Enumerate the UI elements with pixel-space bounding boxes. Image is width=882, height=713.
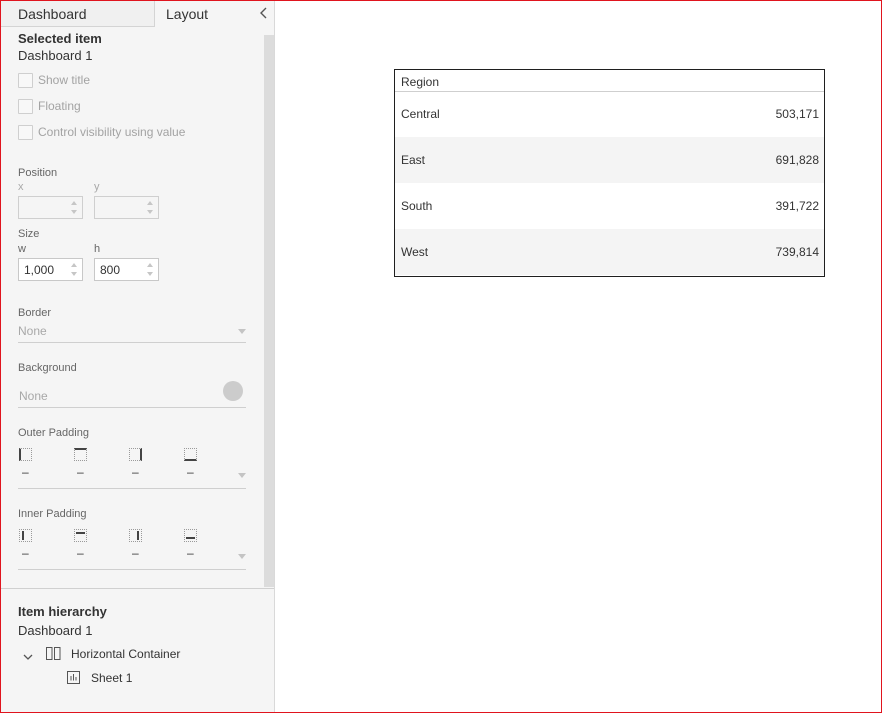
inner-padding-top-icon[interactable] xyxy=(74,529,87,542)
position-x-down-icon[interactable] xyxy=(71,210,77,214)
position-y-input[interactable] xyxy=(94,196,159,219)
position-y-down-icon[interactable] xyxy=(147,210,153,214)
inner-padding-bottom-value[interactable]: – xyxy=(187,546,194,560)
inner-padding-label: Inner Padding xyxy=(18,508,87,520)
value-cell: 691,828 xyxy=(775,153,819,167)
size-w-value: 1,000 xyxy=(24,263,55,277)
region-cell: Central xyxy=(401,107,440,121)
panel-tabs: Dashboard Layout xyxy=(1,1,274,27)
inner-padding-left-icon[interactable] xyxy=(19,529,32,542)
position-x-up-icon[interactable] xyxy=(71,201,77,205)
selected-item-title: Selected item xyxy=(18,31,102,46)
floating-label: Floating xyxy=(38,99,81,113)
table-row[interactable]: East 691,828 xyxy=(395,137,824,183)
position-label: Position xyxy=(18,167,58,179)
size-w-up-icon[interactable] xyxy=(71,263,77,267)
hierarchy-root-item[interactable]: Dashboard 1 xyxy=(18,623,92,638)
position-x-label: x xyxy=(18,181,24,193)
tab-dashboard-label: Dashboard xyxy=(18,6,87,22)
region-cell: East xyxy=(401,153,426,167)
size-h-down-icon[interactable] xyxy=(147,272,153,276)
size-w-label: w xyxy=(18,243,26,255)
background-underline xyxy=(18,407,246,408)
region-cell: South xyxy=(401,199,433,213)
inner-padding-top-value[interactable]: – xyxy=(77,546,84,560)
border-select[interactable]: None xyxy=(18,324,47,338)
inner-padding-left-value[interactable]: – xyxy=(22,546,29,560)
tab-dashboard[interactable]: Dashboard xyxy=(1,1,155,27)
control-visibility-checkbox-box[interactable] xyxy=(18,125,33,140)
background-color-swatch[interactable] xyxy=(223,381,243,401)
outer-padding-left-icon[interactable] xyxy=(19,448,32,461)
outer-padding-right-icon[interactable] xyxy=(129,448,142,461)
hierarchy-sheet-item[interactable]: Sheet 1 xyxy=(91,671,132,685)
outer-padding-underline xyxy=(18,488,246,489)
background-select[interactable]: None xyxy=(19,389,48,403)
table-row[interactable]: Central 503,171 xyxy=(395,91,824,137)
outer-padding-top-value[interactable]: – xyxy=(77,465,84,479)
show-title-label: Show title xyxy=(38,73,91,87)
size-h-label: h xyxy=(94,243,101,255)
size-h-input[interactable]: 800 xyxy=(94,258,159,281)
hierarchy-horizontal-container[interactable]: Horizontal Container xyxy=(71,647,180,661)
position-y-label: y xyxy=(94,181,100,193)
border-dropdown-icon[interactable] xyxy=(238,329,246,334)
inner-padding-dropdown-icon[interactable] xyxy=(238,554,246,559)
outer-padding-left-value[interactable]: – xyxy=(22,465,29,479)
sheet-table[interactable]: Region Central 503,171 East 691,828 Sout… xyxy=(394,69,825,277)
size-h-value: 800 xyxy=(100,263,121,277)
inner-padding-underline xyxy=(18,569,246,570)
outer-padding-dropdown-icon[interactable] xyxy=(238,473,246,478)
panel-scrollbar[interactable] xyxy=(264,35,274,587)
show-title-checkbox-box[interactable] xyxy=(18,73,33,88)
table-row[interactable]: West 739,814 xyxy=(395,229,824,275)
value-cell: 739,814 xyxy=(775,245,819,259)
size-w-down-icon[interactable] xyxy=(71,272,77,276)
outer-padding-label: Outer Padding xyxy=(18,427,89,439)
chevron-down-icon[interactable] xyxy=(22,649,34,660)
tab-layout-label: Layout xyxy=(166,6,209,22)
table-header: Region xyxy=(395,70,824,92)
outer-padding-bottom-value[interactable]: – xyxy=(187,465,194,479)
background-label: Background xyxy=(18,362,77,374)
outer-padding-top-icon[interactable] xyxy=(74,448,87,461)
item-hierarchy-title: Item hierarchy xyxy=(18,604,107,619)
inner-padding-bottom-icon[interactable] xyxy=(184,529,197,542)
value-cell: 391,722 xyxy=(775,199,819,213)
border-label: Border xyxy=(18,307,52,319)
floating-checkbox-box[interactable] xyxy=(18,99,33,114)
collapse-panel-icon[interactable] xyxy=(257,4,271,22)
position-x-input[interactable] xyxy=(18,196,83,219)
size-h-up-icon[interactable] xyxy=(147,263,153,267)
size-w-input[interactable]: 1,000 xyxy=(18,258,83,281)
position-y-up-icon[interactable] xyxy=(147,201,153,205)
item-hierarchy-section: Item hierarchy Dashboard 1 Horizontal Co… xyxy=(1,588,274,712)
horizontal-container-icon xyxy=(46,647,61,660)
inner-padding-right-icon[interactable] xyxy=(129,529,142,542)
selected-item-name: Dashboard 1 xyxy=(18,48,93,63)
region-column-header[interactable]: Region xyxy=(401,75,439,89)
panel-scrollbar-thumb[interactable] xyxy=(264,35,274,587)
inner-padding-right-value[interactable]: – xyxy=(132,546,139,560)
region-cell: West xyxy=(401,245,429,259)
outer-padding-right-value[interactable]: – xyxy=(132,465,139,479)
table-row[interactable]: South 391,722 xyxy=(395,183,824,229)
value-cell: 503,171 xyxy=(775,107,819,121)
border-underline xyxy=(18,342,246,343)
size-label: Size xyxy=(18,228,40,240)
sheet-icon xyxy=(67,671,80,684)
outer-padding-bottom-icon[interactable] xyxy=(184,448,197,461)
control-visibility-label: Control visibility using value xyxy=(38,125,186,139)
